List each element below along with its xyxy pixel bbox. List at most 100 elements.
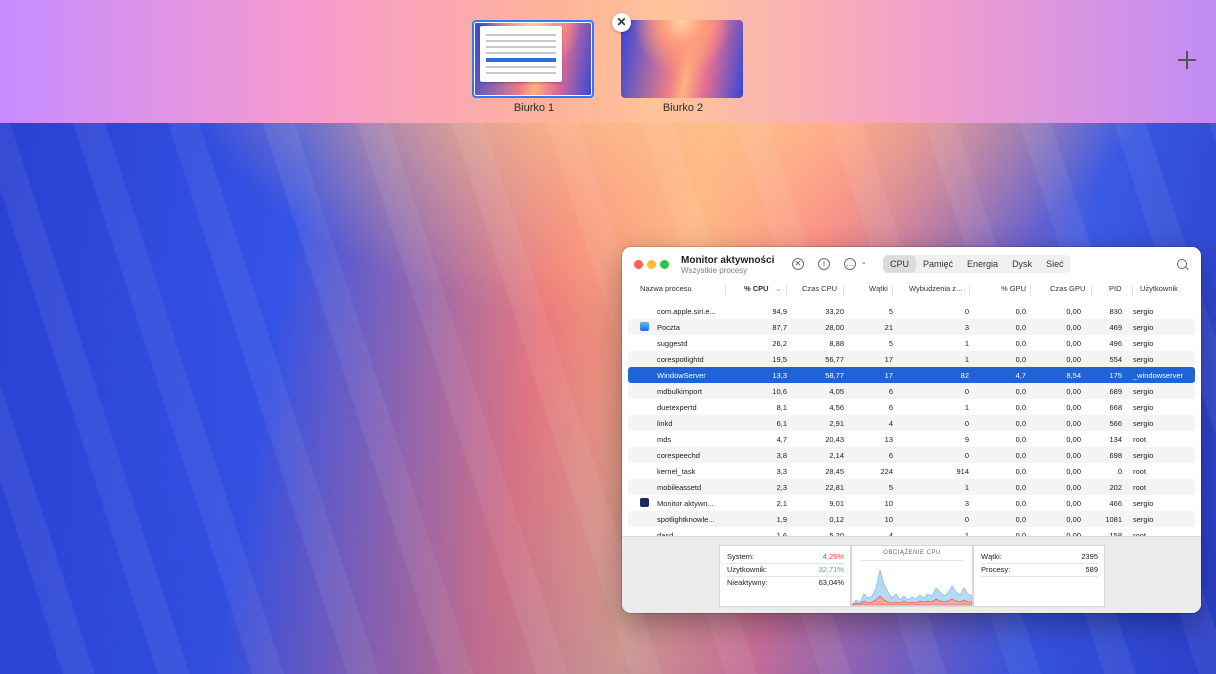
- table-row[interactable]: Poczta 87,7 28,00 21 3 0,0 0,00 469 sergio: [628, 319, 1195, 335]
- column-header-cpu-time[interactable]: Czas CPU: [802, 284, 837, 293]
- tab-network[interactable]: Sieć: [1039, 255, 1071, 273]
- window-titlebar: Monitor aktywności Wszystkie procesy ✕ i…: [622, 247, 1201, 281]
- cell-threads: 6: [888, 451, 893, 460]
- cell-wakeups: 9: [964, 435, 969, 444]
- activity-monitor-icon: [640, 498, 649, 507]
- cell-pid: 175: [1109, 371, 1122, 380]
- idle-label: Nieaktywny:: [727, 578, 768, 587]
- cell-cpu: 6,1: [776, 419, 787, 428]
- cell-cpu-time: 58,77: [825, 371, 844, 380]
- column-header-cpu[interactable]: % CPU: [744, 284, 769, 293]
- cell-cpu: 2,1: [776, 499, 787, 508]
- table-row[interactable]: suggestd 26,2 8,88 5 1 0,0 0,00 496 sergio: [628, 335, 1195, 351]
- process-name: com.apple.siri.e...: [657, 307, 716, 316]
- cell-threads: 17: [884, 371, 893, 380]
- table-row[interactable]: WindowServer 13,3 58,77 17 82 4,7 8,54 175 _wind…: [628, 367, 1195, 383]
- cell-user: root: [1133, 467, 1146, 476]
- space-preview: [472, 20, 594, 98]
- column-header-threads[interactable]: Wątki: [869, 284, 888, 293]
- table-row[interactable]: corespotlightd 19,5 56,77 17 1 0,0 0,00 554 serg…: [628, 351, 1195, 367]
- chevron-down-icon[interactable]: ⌄: [861, 258, 867, 266]
- table-row[interactable]: duetexpertd 8,1 4,56 6 1 0,0 0,00 668 sergio: [628, 399, 1195, 415]
- cell-gpu-time: 0,00: [1066, 323, 1081, 332]
- column-header-name[interactable]: Nazwa procesu: [640, 284, 692, 293]
- cell-user: sergio: [1133, 355, 1154, 364]
- table-row[interactable]: spotlightknowle... 1,9 0,12 10 0 0,0 0,00 1081 s…: [628, 511, 1195, 527]
- table-row[interactable]: mdbulkimport 10,6 4,05 6 0 0,0 0,00 689 sergio: [628, 383, 1195, 399]
- cell-gpu: 0,0: [1015, 451, 1026, 460]
- cell-cpu-time: 28,00: [825, 323, 844, 332]
- cell-wakeups: 1: [964, 339, 969, 348]
- cell-cpu: 26,2: [772, 339, 787, 348]
- cell-wakeups: 1: [964, 403, 969, 412]
- cell-user: _windowserver: [1133, 371, 1184, 380]
- cell-gpu: 0,0: [1015, 307, 1026, 316]
- space-thumbnail-2[interactable]: Biurko 2: [621, 20, 745, 114]
- cell-wakeups: 0: [964, 307, 969, 316]
- cpu-load-graph: [852, 569, 972, 606]
- cell-pid: 668: [1109, 403, 1122, 412]
- cpu-summary: System: 4,26% Użytkownik: 32,71% Nieakty…: [622, 536, 1201, 613]
- tab-cpu[interactable]: CPU: [883, 255, 917, 273]
- cell-gpu-time: 0,00: [1066, 483, 1081, 492]
- cell-pid: 134: [1109, 435, 1122, 444]
- tab-bar: CPU Pamięć Energia Dysk Sieć: [883, 255, 1071, 273]
- cell-pid: 689: [1109, 387, 1122, 396]
- cell-pid: 202: [1109, 483, 1122, 492]
- process-name: Poczta: [657, 323, 680, 332]
- close-window-button[interactable]: [634, 260, 643, 269]
- threads-processes-panel: Wątki: 2395 Procesy: 589: [973, 545, 1105, 607]
- tab-disk[interactable]: Dysk: [1005, 255, 1039, 273]
- cell-pid: 0: [1117, 467, 1122, 476]
- cell-cpu: 94,9: [772, 307, 787, 316]
- column-header-user[interactable]: Użytkownik: [1140, 284, 1178, 293]
- table-row[interactable]: Monitor aktywn... 2,1 9,01 10 3 0,0 0,00 466 ser…: [628, 495, 1195, 511]
- idle-value: 63,04%: [818, 578, 844, 587]
- process-name: spotlightknowle...: [657, 515, 715, 524]
- column-header-gpu-time[interactable]: Czas GPU: [1050, 284, 1085, 293]
- space-thumbnail-1[interactable]: Biurko 1: [472, 20, 596, 114]
- minimize-window-button[interactable]: [647, 260, 656, 269]
- cell-pid: 566: [1109, 419, 1122, 428]
- processes-value: 589: [1085, 565, 1098, 574]
- process-name: corespotlightd: [657, 355, 704, 364]
- process-table: com.apple.siri.e... 94,9 33,20 5 0 0,0 0,00 830…: [628, 303, 1195, 543]
- user-value: 32,71%: [818, 565, 844, 574]
- cell-gpu: 0,0: [1015, 387, 1026, 396]
- cell-wakeups: 3: [964, 499, 969, 508]
- process-name: kernel_task: [657, 467, 696, 476]
- zoom-window-button[interactable]: [660, 260, 669, 269]
- column-header-pid[interactable]: PID: [1109, 284, 1122, 293]
- space-label: Biurko 1: [513, 102, 555, 114]
- tab-memory[interactable]: Pamięć: [916, 255, 960, 273]
- info-icon[interactable]: i: [818, 258, 830, 270]
- table-row[interactable]: mobileassetd 2,3 22,81 5 1 0,0 0,00 202 root: [628, 479, 1195, 495]
- cell-gpu-time: 0,00: [1066, 403, 1081, 412]
- plus-icon[interactable]: [1176, 49, 1198, 71]
- more-actions-icon[interactable]: …: [844, 258, 856, 270]
- cell-pid: 830: [1109, 307, 1122, 316]
- table-row[interactable]: kernel_task 3,3 28,45 224 914 0,0 0,00 0 root: [628, 463, 1195, 479]
- table-row[interactable]: com.apple.siri.e... 94,9 33,20 5 0 0,0 0,00 830…: [628, 303, 1195, 319]
- cell-threads: 6: [888, 403, 893, 412]
- column-header-gpu[interactable]: % GPU: [1001, 284, 1026, 293]
- cell-cpu: 2,3: [776, 483, 787, 492]
- stop-process-icon[interactable]: ✕: [792, 258, 804, 270]
- table-row[interactable]: corespeechd 3,8 2,14 6 0 0,0 0,00 698 sergio: [628, 447, 1195, 463]
- cell-user: root: [1133, 435, 1146, 444]
- cell-cpu: 13,3: [772, 371, 787, 380]
- cell-cpu-time: 8,88: [829, 339, 844, 348]
- threads-label: Wątki:: [981, 552, 1002, 561]
- search-icon[interactable]: [1177, 259, 1187, 269]
- cell-threads: 4: [888, 419, 893, 428]
- cell-cpu: 8,1: [776, 403, 787, 412]
- cell-gpu-time: 0,00: [1066, 387, 1081, 396]
- system-value: 4,26%: [822, 552, 844, 561]
- column-header-wakeups[interactable]: Wybudzenia z...: [909, 284, 962, 293]
- tab-energy[interactable]: Energia: [960, 255, 1005, 273]
- table-row[interactable]: linkd 6,1 2,91 4 0 0,0 0,00 566 sergio: [628, 415, 1195, 431]
- close-space-icon[interactable]: ✕: [612, 13, 631, 32]
- table-row[interactable]: mds 4,7 20,43 13 9 0,0 0,00 134 root: [628, 431, 1195, 447]
- cell-cpu-time: 28,45: [825, 467, 844, 476]
- mail-icon: [640, 322, 649, 331]
